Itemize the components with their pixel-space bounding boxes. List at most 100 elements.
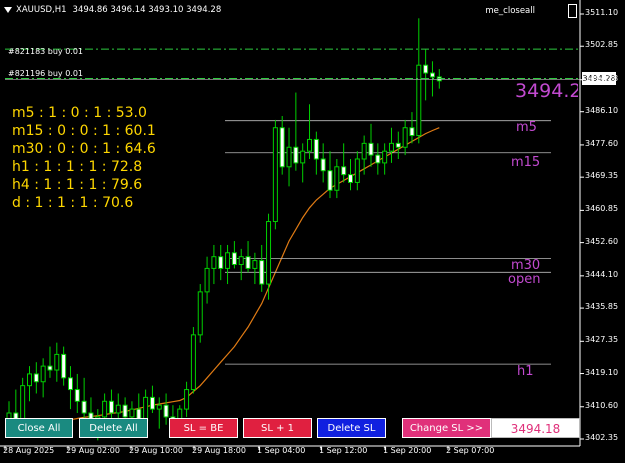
candle xyxy=(211,244,217,285)
level-label-h1: h1 xyxy=(517,364,534,379)
candle-body xyxy=(416,64,422,137)
price-axis-label: 3486.10 xyxy=(585,105,619,115)
candle-body xyxy=(402,127,408,148)
chart-menu-icon[interactable] xyxy=(4,6,12,13)
delete-sl-button[interactable]: Delete SL xyxy=(317,418,386,438)
candle-body xyxy=(388,142,394,152)
candle-body xyxy=(259,260,265,285)
candle xyxy=(231,241,237,269)
price-axis-label: 3469.35 xyxy=(585,171,619,181)
candle xyxy=(354,151,360,191)
time-axis-label: 29 Aug 10:00 xyxy=(129,446,183,455)
time-axis-label: 1 Sep 12:00 xyxy=(319,446,368,455)
change-sl-button[interactable]: Change SL >> xyxy=(402,418,491,438)
candle xyxy=(286,127,292,187)
delete-all-button[interactable]: Delete All xyxy=(79,418,148,438)
candle xyxy=(307,104,313,159)
candle xyxy=(33,362,39,394)
candle xyxy=(313,131,319,175)
candle-body xyxy=(382,150,388,164)
candle xyxy=(368,123,374,167)
candle-body xyxy=(197,291,203,336)
time-axis-label: 29 Aug 02:00 xyxy=(66,446,120,455)
candle-body xyxy=(272,127,278,223)
price-axis-label: 3435.85 xyxy=(585,302,619,312)
price-axis-label: 3477.60 xyxy=(585,138,619,148)
candle-body xyxy=(429,72,435,78)
candle-body xyxy=(286,146,292,168)
candle-body xyxy=(122,404,128,418)
candle-body xyxy=(361,142,367,160)
price-axis-label: 3427.35 xyxy=(585,335,619,345)
close-all-button[interactable]: Close All xyxy=(5,418,73,438)
candle xyxy=(402,119,408,156)
candle-body xyxy=(108,400,114,414)
chart-ohlc: 3494.86 3496.14 3493.10 3494.28 xyxy=(72,5,222,15)
candle xyxy=(320,143,326,183)
candle xyxy=(197,284,203,343)
candle xyxy=(382,143,388,175)
candle xyxy=(225,244,231,285)
time-axis-label: 1 Sep 20:00 xyxy=(383,446,432,455)
candle xyxy=(204,256,210,304)
candle xyxy=(293,92,299,171)
order-label-2: #821196 buy 0.01 xyxy=(8,69,84,78)
candle xyxy=(334,158,340,199)
stats-row-m5: m5 : 1 : 0 : 1 : 53.0 xyxy=(12,105,147,121)
candle-body xyxy=(225,252,231,269)
candle xyxy=(54,342,60,382)
candle-body xyxy=(74,389,80,402)
candle xyxy=(272,119,278,230)
candle-body xyxy=(279,127,285,168)
candle-body xyxy=(354,158,360,183)
candle-body xyxy=(40,365,46,383)
candle xyxy=(163,393,169,425)
stats-row-h1: h1 : 1 : 1 : 1 : 72.8 xyxy=(12,159,143,175)
candle-body xyxy=(375,154,381,164)
candle xyxy=(67,366,73,410)
candle xyxy=(108,389,114,421)
candle xyxy=(266,213,272,300)
candle-body xyxy=(266,221,272,285)
candle xyxy=(218,244,224,281)
candle-body xyxy=(163,404,169,418)
chart-symbol: XAUUSD,H1 xyxy=(16,5,67,15)
candle-body xyxy=(102,400,108,418)
candle-body xyxy=(218,256,224,269)
candle-body xyxy=(231,252,237,266)
candle-body xyxy=(129,408,135,418)
price-chart[interactable] xyxy=(0,0,625,463)
candle-body xyxy=(81,400,87,414)
candle-body xyxy=(67,377,73,391)
big-price-label: 3494.28 xyxy=(515,80,578,102)
price-axis-label: 3419.10 xyxy=(585,367,619,377)
expert-name[interactable]: me_closeall xyxy=(485,6,535,16)
level-label-open: open xyxy=(508,272,541,287)
candle xyxy=(74,373,80,414)
candle xyxy=(61,346,67,386)
candle xyxy=(300,143,306,183)
candle-body xyxy=(334,166,340,191)
candle-body xyxy=(423,64,429,74)
candle xyxy=(416,18,422,144)
order-label-1: #821183 buy 0.01 xyxy=(8,47,84,56)
sl-breakeven-button[interactable]: SL = BE xyxy=(169,418,238,438)
level-label-m30: m30 xyxy=(511,258,541,273)
candle xyxy=(252,252,258,285)
sl-plus-one-button[interactable]: SL + 1 xyxy=(243,418,312,438)
candle-body xyxy=(47,365,53,371)
candle-body xyxy=(341,166,347,176)
chart-header: XAUUSD,H1 3494.86 3496.14 3493.10 3494.28 xyxy=(4,5,221,15)
time-axis-label: 2 Sep 07:00 xyxy=(446,446,495,455)
expert-status-icon[interactable] xyxy=(568,4,577,18)
candle-body xyxy=(33,373,39,383)
price-axis-label: 3502.85 xyxy=(585,40,619,50)
candle xyxy=(423,49,429,101)
candle-body xyxy=(26,373,32,387)
sl-price-input[interactable]: 3494.18 xyxy=(491,418,580,438)
stats-row-m30: m30 : 0 : 0 : 1 : 64.6 xyxy=(12,141,156,157)
candle-body xyxy=(327,170,333,191)
candle-body xyxy=(395,142,401,148)
time-axis-label: 28 Aug 2025 xyxy=(3,446,55,455)
candle-body xyxy=(245,256,251,269)
